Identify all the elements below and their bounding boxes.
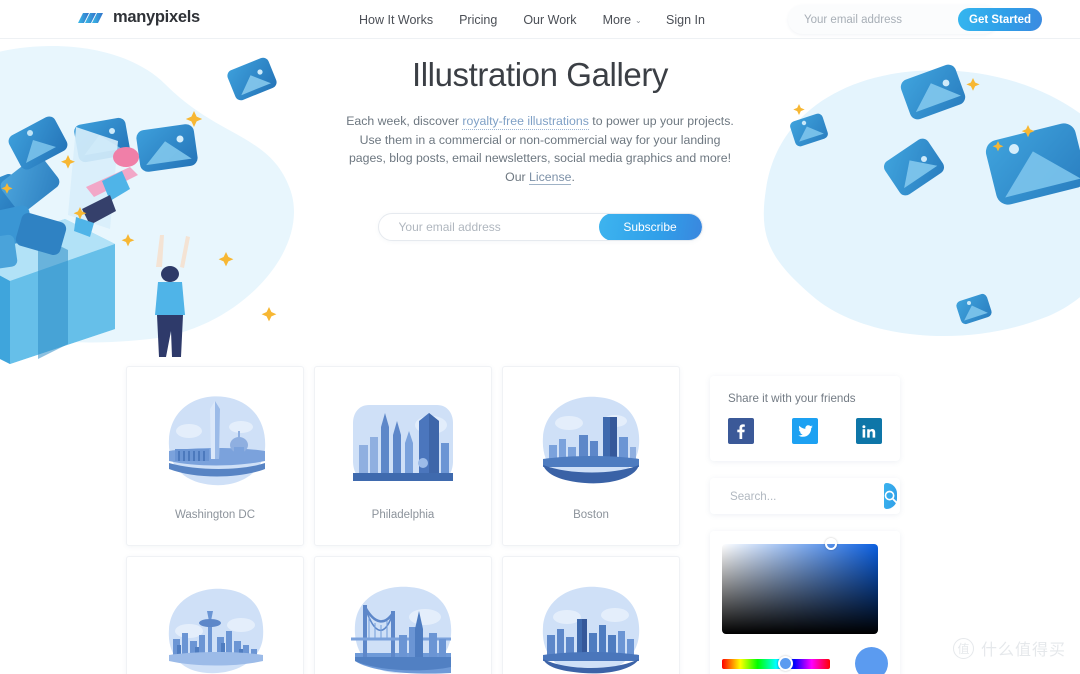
nav-item-how-it-works[interactable]: How It Works (359, 13, 433, 27)
chevron-down-icon: ⌄ (635, 16, 642, 25)
get-started-button[interactable]: Get Started (958, 8, 1042, 31)
gallery-card-seattle[interactable] (126, 556, 304, 674)
watermark-text: 什么值得买 (980, 642, 1066, 659)
nav-signup-group: Get Started (788, 5, 1042, 34)
nav-item-more-label: More (602, 12, 632, 27)
share-panel-title: Share it with your friends (728, 392, 856, 405)
color-hue-row (722, 647, 888, 674)
gallery-card-san-francisco[interactable] (314, 556, 492, 674)
watermark-badge: 值 (952, 637, 974, 659)
search-panel (710, 478, 900, 514)
share-panel: Share it with your friends (710, 376, 900, 461)
share-facebook-button[interactable] (728, 418, 754, 444)
gallery-card-washington-dc[interactable]: Washington DC (126, 366, 304, 546)
license-link[interactable]: License (529, 169, 572, 185)
twitter-icon (797, 424, 813, 437)
brand-logo[interactable]: manypixels (78, 8, 200, 27)
search-input[interactable] (710, 489, 884, 503)
color-sv-handle[interactable] (824, 538, 837, 550)
color-hue-slider[interactable] (722, 655, 830, 671)
page-title: Illustration Gallery (411, 56, 669, 93)
hero-section: Illustration Gallery Each week, discover… (0, 39, 1080, 364)
nav-item-more[interactable]: More ⌄ (603, 13, 642, 27)
gallery-card-label: Boston (573, 509, 609, 521)
nav-item-how-it-works-label: How It Works (359, 12, 434, 27)
nav-item-pricing[interactable]: Pricing (459, 13, 497, 27)
illustration-gallery-page: manypixels How It Works Pricing Our Work… (0, 0, 1080, 674)
gallery-card-boston[interactable]: Boston (502, 366, 680, 546)
nav-links: How It Works Pricing Our Work More ⌄ (359, 0, 642, 39)
share-buttons (728, 418, 882, 444)
subscribe-form: Subscribe (377, 213, 703, 241)
manypixels-logo-icon (78, 12, 103, 23)
nav-item-pricing-label: Pricing (459, 12, 498, 27)
subscribe-button[interactable]: Subscribe (598, 214, 702, 240)
hero-desc-part3: . (571, 169, 575, 184)
gallery-card-houston[interactable] (502, 556, 680, 674)
seattle-illustration-icon (168, 588, 264, 674)
watermark: 值 什么值得买 (952, 636, 1066, 660)
share-twitter-button[interactable] (792, 418, 818, 444)
gallery-card-philadelphia[interactable]: Philadelphia (314, 366, 492, 546)
illustration-gallery-grid: Washington DC Philadelphia Boston (126, 366, 690, 674)
gallery-card-label: Philadelphia (371, 509, 435, 521)
nav-signin-wrap: Sign In (666, 0, 705, 39)
color-saturation-value-area[interactable] (722, 538, 878, 634)
color-preview-swatch (855, 647, 888, 674)
subscribe-email-input[interactable] (378, 220, 599, 234)
philadelphia-illustration-icon (353, 405, 453, 481)
boston-illustration-icon (542, 396, 640, 484)
royalty-free-illustrations-link[interactable]: royalty-free illustrations (462, 114, 589, 130)
houston-illustration-icon (542, 586, 640, 674)
nav-item-sign-in[interactable]: Sign In (666, 13, 705, 27)
linkedin-icon (862, 424, 876, 438)
hero-content: Illustration Gallery Each week, discover… (0, 39, 1080, 241)
gallery-card-label: Washington DC (174, 509, 256, 521)
color-hue-handle[interactable] (778, 655, 794, 671)
share-linkedin-button[interactable] (856, 418, 882, 444)
nav-item-our-work-label: Our Work (523, 12, 577, 27)
color-picker-panel (710, 531, 900, 674)
nav-item-sign-in-label: Sign In (666, 12, 705, 27)
nav-email-input[interactable] (788, 13, 958, 26)
hero-description: Each week, discover royalty-free illustr… (340, 112, 740, 186)
top-navigation-bar: manypixels How It Works Pricing Our Work… (0, 0, 1080, 39)
washington-dc-illustration-icon (168, 396, 266, 486)
nav-item-our-work[interactable]: Our Work (523, 13, 576, 27)
hero-desc-part1: Each week, discover (346, 114, 463, 128)
search-icon (884, 490, 897, 503)
gallery-sidebar: Share it with your friends (710, 376, 900, 674)
san-francisco-illustration-icon (351, 586, 452, 674)
brand-name: manypixels (113, 8, 200, 26)
search-button[interactable] (884, 483, 897, 509)
facebook-icon (737, 423, 745, 439)
